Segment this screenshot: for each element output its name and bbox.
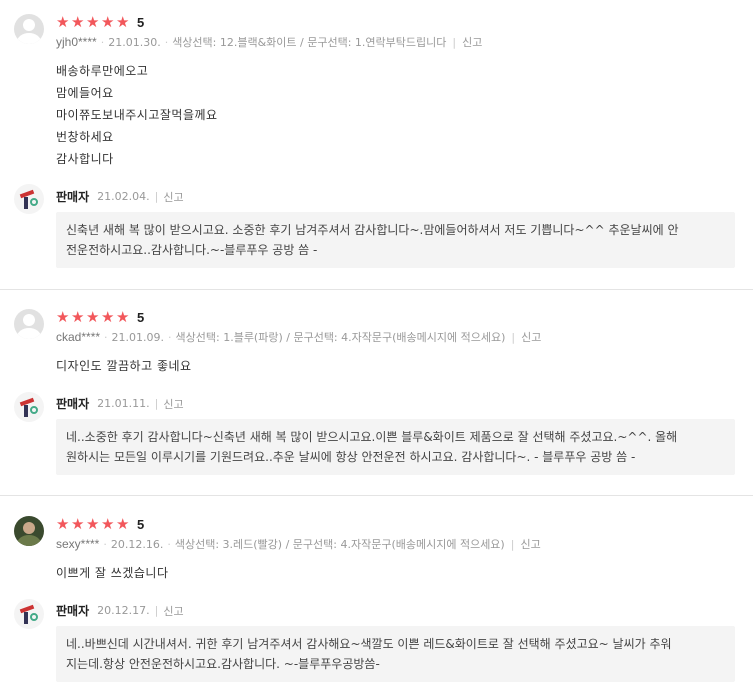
report-link[interactable]: 신고 — [521, 329, 541, 345]
star-icon: ★ — [101, 13, 115, 31]
review-meta: sexy**** · 20.12.16. · 색상선택: 3.레드(빨강) / … — [56, 537, 541, 551]
report-link[interactable]: 신고 — [462, 34, 482, 50]
star-icon: ★ — [86, 308, 100, 326]
seller-label: 판매자 — [56, 190, 90, 204]
review-divider — [0, 495, 753, 496]
seller-label: 판매자 — [56, 397, 90, 411]
rating-score: 5 — [137, 14, 145, 30]
seller-reply: 신축년 새해 복 많이 받으시고요. 소중한 후기 남겨주셔서 감사합니다~.맘… — [56, 212, 735, 268]
reviewer-id: ckad**** — [56, 330, 101, 344]
review-date: 21.01.09. — [111, 330, 165, 344]
star-rating: ★ ★ ★ ★ ★ 5 — [56, 309, 144, 325]
star-icon: ★ — [116, 308, 130, 326]
default-avatar-icon — [23, 314, 35, 326]
review-text-line: 이쁘게 잘 쓰겠습니다 — [56, 566, 169, 580]
star-icon: ★ — [56, 515, 70, 533]
rating-score: 5 — [137, 516, 145, 532]
seller-header: 판매자 21.01.11. | 신고 — [56, 396, 184, 412]
star-rating: ★ ★ ★ ★ ★ 5 — [56, 14, 144, 30]
star-icon: ★ — [86, 515, 100, 533]
star-icon: ★ — [56, 13, 70, 31]
review-text-line: 번창하세요 — [56, 130, 114, 144]
seller-reply: 네..바쁘신데 시간내셔서. 귀한 후기 남겨주셔서 감사해요~색깔도 이쁜 레… — [56, 626, 735, 682]
seller-header: 판매자 21.02.04. | 신고 — [56, 189, 184, 205]
purchase-options: 색상선택: 3.레드(빨강) / 문구선택: 4.자작문구(배송메시지에 적으세… — [174, 538, 505, 551]
star-icon: ★ — [86, 13, 100, 31]
star-icon: ★ — [71, 515, 85, 533]
star-icon: ★ — [71, 13, 85, 31]
review-date: 21.01.30. — [108, 35, 161, 49]
star-icon: ★ — [101, 515, 115, 533]
rating-score: 5 — [137, 309, 145, 325]
seller-avatar — [14, 599, 44, 629]
review-text-line: 배송하루만에오고 — [56, 64, 149, 78]
review-meta: ckad**** · 21.01.09. · 색상선택: 1.블루(파랑) / … — [56, 329, 542, 345]
reviewer-id: sexy**** — [56, 537, 100, 551]
reviewer-id: yjh0**** — [56, 35, 97, 49]
report-link[interactable]: 신고 — [163, 189, 183, 205]
star-rating: ★ ★ ★ ★ ★ 5 — [56, 516, 144, 532]
seller-label: 판매자 — [56, 604, 90, 618]
star-icon: ★ — [101, 308, 115, 326]
review-text-line: 디자인도 깔끔하고 좋네요 — [56, 359, 192, 373]
seller-reply: 네..소중한 후기 감사합니다~신축년 새해 복 많이 받으시고요.이쁜 블루&… — [56, 419, 735, 475]
seller-avatar — [14, 392, 44, 422]
reply-date: 21.01.11. — [97, 397, 150, 410]
seller-header: 판매자 20.12.17. | 신고 — [56, 603, 184, 619]
reply-date: 20.12.17. — [97, 604, 150, 617]
star-icon: ★ — [116, 13, 130, 31]
purchase-options: 색상선택: 1.블루(파랑) / 문구선택: 4.자작문구(배송메시지에 적으세… — [175, 331, 506, 344]
review-text-line: 맘에들어요 — [56, 86, 114, 100]
review-meta: yjh0**** · 21.01.30. · 색상선택: 12.블랙&화이트 /… — [56, 34, 483, 50]
report-link[interactable]: 신고 — [163, 396, 183, 412]
report-link[interactable]: 신고 — [520, 536, 540, 552]
reviewer-avatar — [14, 14, 44, 44]
star-icon: ★ — [116, 515, 130, 533]
star-icon: ★ — [71, 308, 85, 326]
reviewer-avatar — [14, 309, 44, 339]
review-divider — [0, 289, 753, 290]
reply-date: 21.02.04. — [97, 190, 150, 203]
star-icon: ★ — [56, 308, 70, 326]
review-date: 20.12.16. — [110, 537, 164, 551]
seller-avatar — [14, 184, 44, 214]
review-text-line: 감사합니다 — [56, 152, 114, 166]
report-link[interactable]: 신고 — [163, 603, 183, 619]
review-text-line: 마이쮸도보내주시고잘먹을께요 — [56, 108, 218, 122]
default-avatar-icon — [23, 19, 35, 31]
reviewer-avatar — [14, 516, 44, 546]
purchase-options: 색상선택: 12.블랙&화이트 / 문구선택: 1.연락부탁드립니다 — [172, 36, 447, 49]
